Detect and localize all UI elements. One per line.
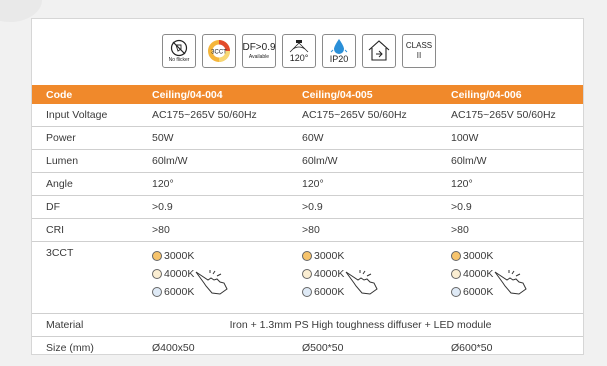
cct-option: 3000K: [152, 247, 288, 265]
cell-value: >80: [138, 218, 288, 242]
cell-value: >80: [288, 218, 437, 242]
cct-swatch: [451, 269, 461, 279]
header-code: Code: [32, 85, 138, 104]
row-label: Input Voltage: [32, 104, 138, 127]
df-icon: DF>0.9 Available: [242, 34, 276, 68]
row-label: 3CCT: [32, 241, 138, 314]
table-row-3cct: 3CCT 3000K 4000K 6000K 3000K 4000K 6000K 300…: [32, 241, 583, 314]
cell-value: >80: [437, 218, 583, 242]
row-label: CRI: [32, 218, 138, 242]
cell-value: AC175~265V 50/60Hz: [138, 104, 288, 127]
cell-value: 60lm/W: [138, 149, 288, 173]
cct-swatch: [302, 269, 312, 279]
beam-angle-label: 120°: [289, 53, 309, 63]
no-flicker-icon: No flicker: [162, 34, 196, 68]
pointing-hand-icon: [494, 270, 527, 295]
cell-value: Ø500*50: [302, 342, 344, 354]
header-model-2: Ceiling/04-005: [288, 85, 437, 104]
cell-value: >0.9: [437, 195, 583, 219]
table-row: CRI >80 >80 >80: [32, 218, 583, 242]
cell-value: 100W: [437, 126, 583, 150]
cct-label: 3000K: [463, 250, 494, 262]
table-row: Power 50W 60W 100W: [32, 126, 583, 150]
cell-value: Ø600*50: [451, 342, 493, 354]
row-label: Material: [32, 313, 138, 337]
cct-options-2: 3000K 4000K 6000K: [288, 241, 437, 314]
cct-options-3: 3000K 4000K 6000K: [437, 241, 583, 314]
class-label: CLASS: [405, 41, 433, 50]
row-label: DF: [32, 195, 138, 219]
table-header-row: Code Ceiling/04-004 Ceiling/04-005 Ceili…: [32, 85, 583, 104]
header-model-1: Ceiling/04-004: [138, 85, 288, 104]
df-sublabel: Available: [248, 53, 270, 60]
3cct-text: 3CCT: [211, 50, 227, 56]
row-label: Size (mm): [46, 342, 94, 354]
spec-table: Code Ceiling/04-004 Ceiling/04-005 Ceili…: [32, 85, 583, 359]
cct-label: 3000K: [164, 250, 195, 262]
cct-label: 3000K: [314, 250, 345, 262]
cell-value: AC175~265V 50/60Hz: [437, 104, 583, 127]
class-ii-icon: CLASS II: [402, 34, 436, 68]
table-row: DF >0.9 >0.9 >0.9: [32, 195, 583, 219]
cct-swatch: [302, 287, 312, 297]
cell-value: 60lm/W: [288, 149, 437, 173]
cct-swatch: [451, 287, 461, 297]
cell-value: 50W: [138, 126, 288, 150]
row-label: Power: [32, 126, 138, 150]
material-value: Iron + 1.3mm PS High toughness diffuser …: [138, 313, 583, 337]
cell-value: Ø400x50: [152, 342, 195, 354]
beam-angle-icon: 120°: [282, 34, 316, 68]
cell-value: 120°: [138, 172, 288, 196]
cct-swatch: [302, 251, 312, 261]
cell-value: >0.9: [138, 195, 288, 219]
cct-options-1: 3000K 4000K 6000K: [138, 241, 288, 314]
table-row: Material Iron + 1.3mm PS High toughness …: [32, 313, 583, 337]
cct-label: 4000K: [314, 268, 345, 280]
ip20-icon: IP20: [322, 34, 356, 68]
cell-value: 60lm/W: [437, 149, 583, 173]
cct-swatch: [152, 269, 162, 279]
3cct-icon: 3CCT: [202, 34, 236, 68]
cct-swatch: [451, 251, 461, 261]
cell-value: AC175~265V 50/60Hz: [288, 104, 437, 127]
row-label: Lumen: [32, 149, 138, 173]
cct-swatch: [152, 251, 162, 261]
table-row: Angle 120° 120° 120°: [32, 172, 583, 196]
table-row: Input Voltage AC175~265V 50/60Hz AC175~2…: [32, 104, 583, 127]
cct-option: 3000K: [451, 247, 583, 265]
no-flicker-label: No flicker: [168, 57, 190, 63]
cct-label: 6000K: [314, 286, 345, 298]
cell-value: 120°: [437, 172, 583, 196]
header-model-3: Ceiling/04-006: [437, 85, 583, 104]
indoor-icon: [362, 34, 396, 68]
cct-label: 6000K: [463, 286, 494, 298]
pointing-hand-icon: [345, 270, 378, 295]
feature-icons: No flicker 3CCT DF>0.9 Available 120° IP…: [162, 34, 436, 68]
table-row: Lumen 60lm/W 60lm/W 60lm/W: [32, 149, 583, 173]
cct-label: 6000K: [164, 286, 195, 298]
spec-card: No flicker 3CCT DF>0.9 Available 120° IP…: [31, 18, 584, 355]
cell-value: 120°: [288, 172, 437, 196]
pointing-hand-icon: [195, 270, 228, 295]
cct-option: 3000K: [302, 247, 437, 265]
row-label: Angle: [32, 172, 138, 196]
cct-label: 4000K: [463, 268, 494, 280]
df-label: DF>0.9: [242, 41, 276, 53]
cell-value: 60W: [288, 126, 437, 150]
class-sublabel: II: [416, 51, 422, 60]
table-row: Size (mm) Ø400x50 Ø500*50 Ø600*50: [32, 337, 583, 360]
cct-swatch: [152, 287, 162, 297]
cct-label: 4000K: [164, 268, 195, 280]
cell-value: >0.9: [288, 195, 437, 219]
ip20-label: IP20: [329, 54, 349, 64]
